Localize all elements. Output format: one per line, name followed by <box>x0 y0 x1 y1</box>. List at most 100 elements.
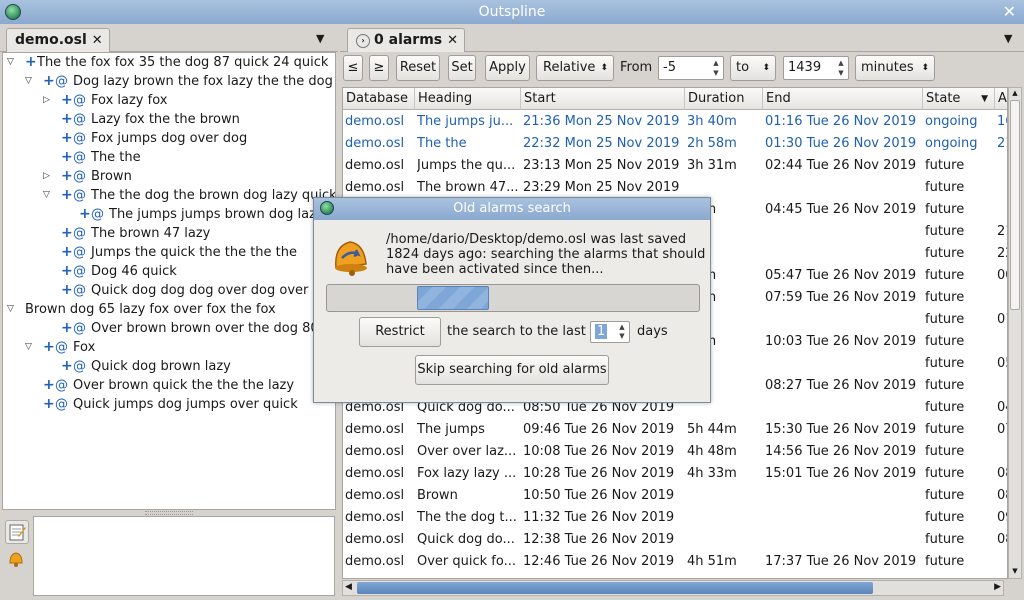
title-bar: Outspline ✕ <box>0 0 1024 24</box>
expand-arrow-icon[interactable]: ▷ <box>43 171 53 181</box>
spin-arrows-icon[interactable]: ▲ ▼ <box>710 58 722 78</box>
collapse-arrow-icon[interactable]: ▽ <box>43 190 53 200</box>
cell-a: 05 <box>997 356 1007 371</box>
spin-arrows-icon[interactable]: ▲ ▼ <box>616 323 628 341</box>
vertical-scrollbar[interactable]: ▲ ▼ <box>1008 87 1022 579</box>
unit-select[interactable]: minutes ⬍ <box>855 55 935 81</box>
cell-state: future <box>925 180 965 195</box>
previous-button[interactable]: ≤ <box>343 55 363 81</box>
window-close-icon[interactable]: ✕ <box>1003 0 1016 24</box>
table-row[interactable]: demo.osl The jumps 09:46 Tue 26 Nov 2019 5h… <box>343 419 1007 441</box>
collapse-arrow-icon[interactable]: ▽ <box>7 57 17 67</box>
edit-notes-button[interactable] <box>5 520 29 544</box>
item-editor[interactable] <box>33 516 335 596</box>
scroll-down-icon[interactable]: ▼ <box>1010 567 1020 577</box>
next-button[interactable]: ≥ <box>369 55 389 81</box>
tab-demo-osl[interactable]: demo.osl ✕ <box>6 28 110 52</box>
table-row[interactable]: demo.osl Brown 10:50 Tue 26 Nov 2019 future… <box>343 485 1007 507</box>
restrict-description: the search to the last <box>447 324 586 339</box>
tree-item-label: Quick dog brown lazy <box>91 359 231 374</box>
alarm-at-icon: @ <box>73 226 86 241</box>
cell-a: 00 <box>997 268 1007 283</box>
updown-arrows-icon: ⬍ <box>921 63 929 73</box>
reset-button[interactable]: Reset <box>396 55 440 81</box>
table-row[interactable]: demo.osl The brown 47... 23:29 Mon 25 Nov … <box>343 177 1007 199</box>
column-header-label: State <box>926 91 961 106</box>
horizontal-scroll-thumb[interactable] <box>357 582 873 594</box>
vertical-scroll-thumb[interactable] <box>1010 100 1020 310</box>
scroll-right-icon[interactable]: ▶ <box>994 582 1001 592</box>
table-row[interactable]: demo.osl Over quick fo... 12:46 Tue 26 Nov… <box>343 551 1007 573</box>
tab-alarms[interactable]: › 0 alarms ✕ <box>347 28 466 52</box>
column-header-a[interactable]: A <box>995 88 1007 110</box>
skip-search-button[interactable]: Skip searching for old alarms <box>415 355 609 385</box>
column-header-end[interactable]: End <box>763 88 923 110</box>
alarm-at-icon: @ <box>73 169 86 184</box>
column-header-heading[interactable]: Heading <box>415 88 521 110</box>
column-header-start[interactable]: Start <box>521 88 685 110</box>
tab-list-dropdown-icon[interactable]: ▼ <box>1004 32 1012 45</box>
apply-button[interactable]: Apply <box>485 55 530 81</box>
cell-state: future <box>925 378 965 393</box>
old-alarms-dialog: Old alarms search /home/dario/Desktop/de… <box>313 197 711 403</box>
add-icon: + <box>61 92 73 108</box>
from-label: From <box>620 60 653 75</box>
to-select[interactable]: to ⬍ <box>730 55 776 81</box>
tab-list-dropdown-icon[interactable]: ▼ <box>316 32 324 45</box>
tab-close-icon[interactable]: ✕ <box>447 33 458 48</box>
cell-heading: Fox lazy lazy ... <box>417 466 517 481</box>
tree-item-label: Jumps the quick the the the the <box>91 245 298 260</box>
set-button[interactable]: Set <box>448 55 476 81</box>
pane-splitter[interactable] <box>145 511 193 515</box>
column-header-state[interactable]: State ▼ <box>923 88 995 110</box>
cell-a: 09 <box>997 510 1007 525</box>
add-icon: + <box>61 358 73 374</box>
alarm-at-icon: @ <box>73 131 86 146</box>
spin-arrows-icon[interactable]: ▲ ▼ <box>835 58 847 78</box>
horizontal-scrollbar[interactable]: ◀ ▶ <box>342 580 1004 596</box>
column-header-duration[interactable]: Duration <box>685 88 763 110</box>
cell-heading: The jumps <box>417 422 485 437</box>
updown-arrows-icon: ⬍ <box>762 63 770 73</box>
scroll-up-icon[interactable]: ▲ <box>1010 89 1020 99</box>
cell-end: 10:03 Tue 26 Nov 2019 <box>765 334 917 349</box>
column-header-label: End <box>766 91 791 106</box>
collapse-arrow-icon[interactable]: ▽ <box>25 76 35 86</box>
from-spinner[interactable]: -5 ▲ ▼ <box>658 56 724 80</box>
add-icon: + <box>61 225 73 241</box>
days-spinner[interactable]: 1 ▲ ▼ <box>590 321 630 343</box>
collapse-arrow-icon[interactable]: ▽ <box>7 304 17 314</box>
table-row[interactable]: demo.osl The the dog t... 11:32 Tue 26 Nov… <box>343 507 1007 529</box>
add-icon: + <box>61 149 73 165</box>
table-row[interactable]: demo.osl Fox lazy lazy ... 10:28 Tue 26 No… <box>343 463 1007 485</box>
scroll-left-icon[interactable]: ◀ <box>345 582 352 592</box>
table-row[interactable]: demo.osl Over over laz... 10:08 Tue 26 Nov… <box>343 441 1007 463</box>
cell-state: future <box>925 356 965 371</box>
table-header: Database Heading Start Duration End State ▼ A <box>343 88 1007 110</box>
right-tabstrip: › 0 alarms ✕ ▼ <box>340 24 1024 52</box>
cell-end: 15:30 Tue 26 Nov 2019 <box>765 422 917 437</box>
cell-db: demo.osl <box>345 444 405 459</box>
cell-db: demo.osl <box>345 554 405 569</box>
cell-start: 22:32 Mon 25 Nov 2019 <box>523 136 680 151</box>
collapse-arrow-icon[interactable]: ▽ <box>25 342 35 352</box>
search-progress-bar <box>326 284 700 312</box>
left-pane: demo.osl ✕ ▼ ▽ + The the fox fox 35 the dog… <box>0 24 338 600</box>
outline-tree[interactable]: ▽ + The the fox fox 35 the dog 87 quick 24… <box>2 52 336 510</box>
cell-a: 21 <box>997 136 1007 151</box>
table-row[interactable]: demo.osl The jumps ju... 21:36 Mon 25 Nov … <box>343 111 1007 133</box>
mode-select[interactable]: Relative ⬍ <box>536 55 614 81</box>
table-row[interactable]: demo.osl Jumps the qu... 23:13 Mon 25 Nov … <box>343 155 1007 177</box>
cell-a: 16 <box>997 114 1007 129</box>
alarms-button[interactable] <box>5 548 29 572</box>
table-row[interactable]: demo.osl Quick dog do... 12:38 Tue 26 Nov … <box>343 529 1007 551</box>
restrict-button[interactable]: Restrict <box>359 317 441 347</box>
add-icon: + <box>61 168 73 184</box>
table-row[interactable]: demo.osl The the 22:32 Mon 25 Nov 2019 2h 5… <box>343 133 1007 155</box>
column-header-database[interactable]: Database <box>343 88 415 110</box>
expand-arrow-icon[interactable]: ▷ <box>43 95 53 105</box>
tab-close-icon[interactable]: ✕ <box>92 33 103 48</box>
to-spinner[interactable]: 1439 ▲ ▼ <box>783 56 849 80</box>
alarm-at-icon: @ <box>73 112 86 127</box>
dialog-title: Old alarms search <box>453 201 571 216</box>
